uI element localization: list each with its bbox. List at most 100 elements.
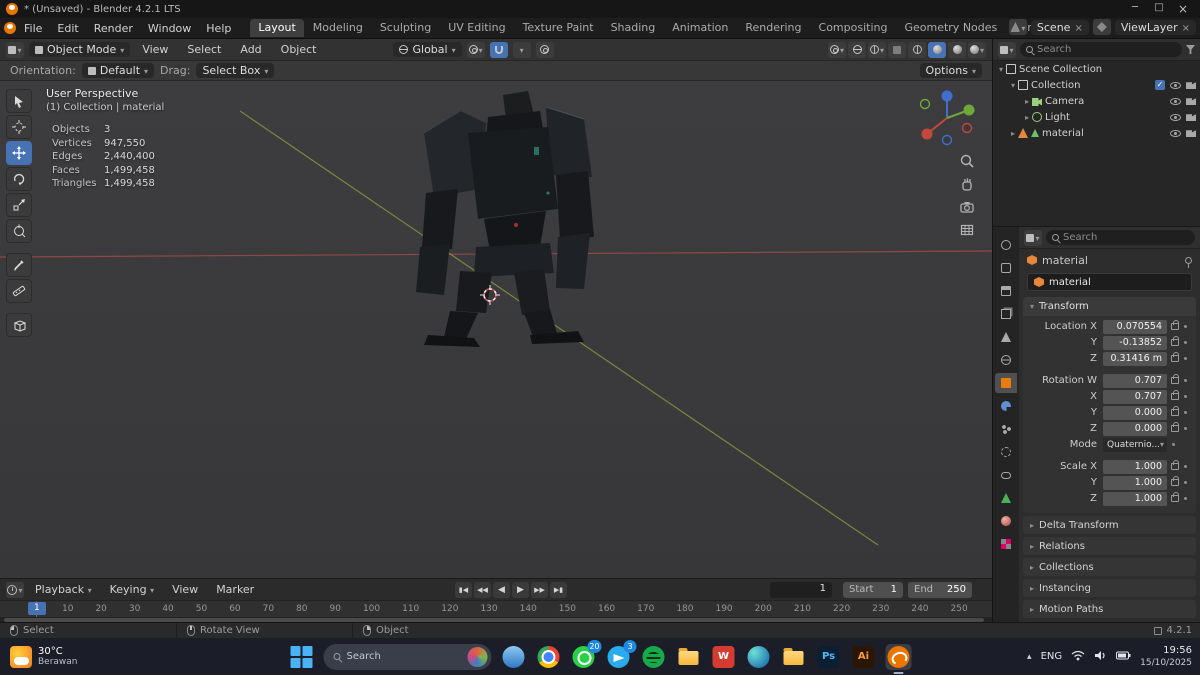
disable-render-icon[interactable]	[1186, 114, 1196, 121]
viewlayer-browse-icon[interactable]	[1092, 19, 1111, 35]
tab-modifiers[interactable]	[995, 396, 1017, 416]
camera-view-icon[interactable]	[958, 199, 976, 215]
menu-file[interactable]: File	[17, 20, 49, 37]
animate-dot[interactable]	[1184, 357, 1187, 360]
animate-dot[interactable]	[1184, 325, 1187, 328]
outliner-row-collection[interactable]: Collection	[993, 77, 1200, 93]
taskbar-app-illustrator[interactable]: Ai	[851, 644, 877, 670]
drag-dropdown[interactable]: Select Box	[196, 63, 275, 78]
lock-icon[interactable]	[1171, 406, 1179, 416]
outliner-row-scene-collection[interactable]: Scene Collection	[993, 61, 1200, 77]
transform-panel-header[interactable]: Transform	[1023, 297, 1196, 316]
navigation-gizmo[interactable]	[916, 85, 978, 147]
play-button[interactable]	[512, 581, 529, 598]
properties-search-input[interactable]	[1063, 232, 1189, 243]
section-relations[interactable]: Relations	[1023, 537, 1196, 555]
tab-render[interactable]	[995, 258, 1017, 278]
menu-help[interactable]: Help	[199, 20, 238, 37]
rotate-tool[interactable]	[6, 167, 32, 191]
taskbar-app-telegram[interactable]: 3	[606, 639, 637, 670]
object-name-field[interactable]: material	[1027, 273, 1192, 291]
mode-dropdown[interactable]: Object Mode	[29, 42, 131, 57]
hide-viewport-icon[interactable]	[1170, 81, 1181, 89]
transform-orientation-dropdown[interactable]: Global	[393, 42, 462, 57]
show-gizmo-toggle[interactable]	[848, 41, 866, 58]
menu-window[interactable]: Window	[141, 20, 198, 37]
section-motion-paths[interactable]: Motion Paths	[1023, 600, 1196, 618]
taskbar-app-spotify[interactable]	[641, 644, 667, 670]
section-delta-transform[interactable]: Delta Transform	[1023, 516, 1196, 534]
menu-view[interactable]: View	[135, 41, 175, 58]
minimize-button[interactable]	[1124, 2, 1146, 16]
taskbar-app-chrome[interactable]	[536, 644, 562, 670]
menu-timeline-view[interactable]: View	[165, 581, 205, 598]
hide-viewport-icon[interactable]	[1170, 97, 1181, 105]
tab-view-layer[interactable]	[995, 304, 1017, 324]
workspace-tab-compositing[interactable]: Compositing	[811, 19, 896, 37]
taskbar-app-edge[interactable]	[746, 644, 772, 670]
tab-object[interactable]	[995, 373, 1017, 393]
timeline-editor-type-icon[interactable]	[6, 581, 24, 598]
transform-tool[interactable]	[6, 219, 32, 243]
jump-to-end-button[interactable]	[550, 581, 567, 598]
shading-material-button[interactable]	[948, 41, 966, 58]
taskbar-weather-widget[interactable]: 30°C Berawan	[0, 645, 78, 668]
3d-viewport[interactable]: User Perspective (1) Collection | materi…	[0, 81, 992, 578]
animate-dot[interactable]	[1184, 411, 1187, 414]
taskbar-app-file-explorer[interactable]	[501, 644, 527, 670]
search-highlight-image[interactable]	[467, 646, 488, 667]
language-indicator[interactable]: ENG	[1041, 651, 1063, 662]
workspace-tab-shading[interactable]: Shading	[603, 19, 664, 37]
outliner-row-camera[interactable]: Camera	[993, 93, 1200, 109]
current-frame-field[interactable]: 1	[770, 581, 832, 598]
taskbar-app-blender[interactable]	[885, 643, 912, 674]
animate-dot[interactable]	[1184, 481, 1187, 484]
snap-toggle[interactable]	[489, 41, 508, 58]
remove-viewlayer-icon[interactable]	[1182, 21, 1190, 34]
workspace-tab-sculpting[interactable]: Sculpting	[372, 19, 439, 37]
proportional-edit-toggle[interactable]	[535, 41, 554, 58]
start-button[interactable]	[289, 644, 315, 670]
add-cube-tool[interactable]	[6, 313, 32, 337]
menu-add[interactable]: Add	[233, 41, 268, 58]
animate-dot[interactable]	[1172, 443, 1175, 446]
animate-dot[interactable]	[1184, 427, 1187, 430]
shading-wireframe-button[interactable]	[908, 41, 926, 58]
tab-constraints[interactable]	[995, 465, 1017, 485]
animate-dot[interactable]	[1184, 497, 1187, 500]
taskbar-search-input[interactable]	[346, 651, 462, 662]
scale-tool[interactable]	[6, 193, 32, 217]
pivot-point-dropdown[interactable]	[466, 41, 485, 58]
taskbar-app-photoshop[interactable]: Ps	[816, 644, 842, 670]
annotate-tool[interactable]	[6, 253, 32, 277]
menu-edit[interactable]: Edit	[50, 20, 85, 37]
collection-checkbox[interactable]	[1155, 80, 1165, 90]
taskbar-app-whatsapp[interactable]: 20	[571, 639, 602, 670]
menu-playback[interactable]: Playback	[28, 581, 99, 598]
lock-icon[interactable]	[1171, 422, 1179, 432]
disable-render-icon[interactable]	[1186, 82, 1196, 89]
lock-icon[interactable]	[1171, 320, 1179, 330]
workspace-tab-rendering[interactable]: Rendering	[737, 19, 809, 37]
properties-search[interactable]	[1046, 230, 1195, 245]
tab-texture[interactable]	[995, 534, 1017, 554]
select-box-tool[interactable]	[6, 89, 32, 113]
menu-select[interactable]: Select	[180, 41, 228, 58]
tab-output[interactable]	[995, 281, 1017, 301]
toggle-perspective-icon[interactable]	[958, 222, 976, 238]
outliner-search-input[interactable]	[1037, 44, 1176, 55]
move-tool[interactable]	[6, 141, 32, 165]
taskbar-search[interactable]	[323, 643, 492, 670]
properties-editor-type-icon[interactable]	[1024, 229, 1042, 246]
shading-solid-button[interactable]	[928, 41, 946, 58]
taskbar-app-wps[interactable]: W	[711, 644, 737, 670]
cursor-tool[interactable]	[6, 115, 32, 139]
disclosure-icon[interactable]	[1025, 112, 1029, 123]
menu-keying[interactable]: Keying	[103, 581, 161, 598]
disclosure-icon[interactable]	[1011, 128, 1015, 139]
workspace-tab-layout[interactable]: Layout	[250, 19, 304, 37]
toggle-xray[interactable]	[888, 41, 906, 58]
viewlayer-selector[interactable]: ViewLayer	[1114, 19, 1196, 35]
lock-icon[interactable]	[1171, 374, 1179, 384]
tab-particles[interactable]	[995, 419, 1017, 439]
